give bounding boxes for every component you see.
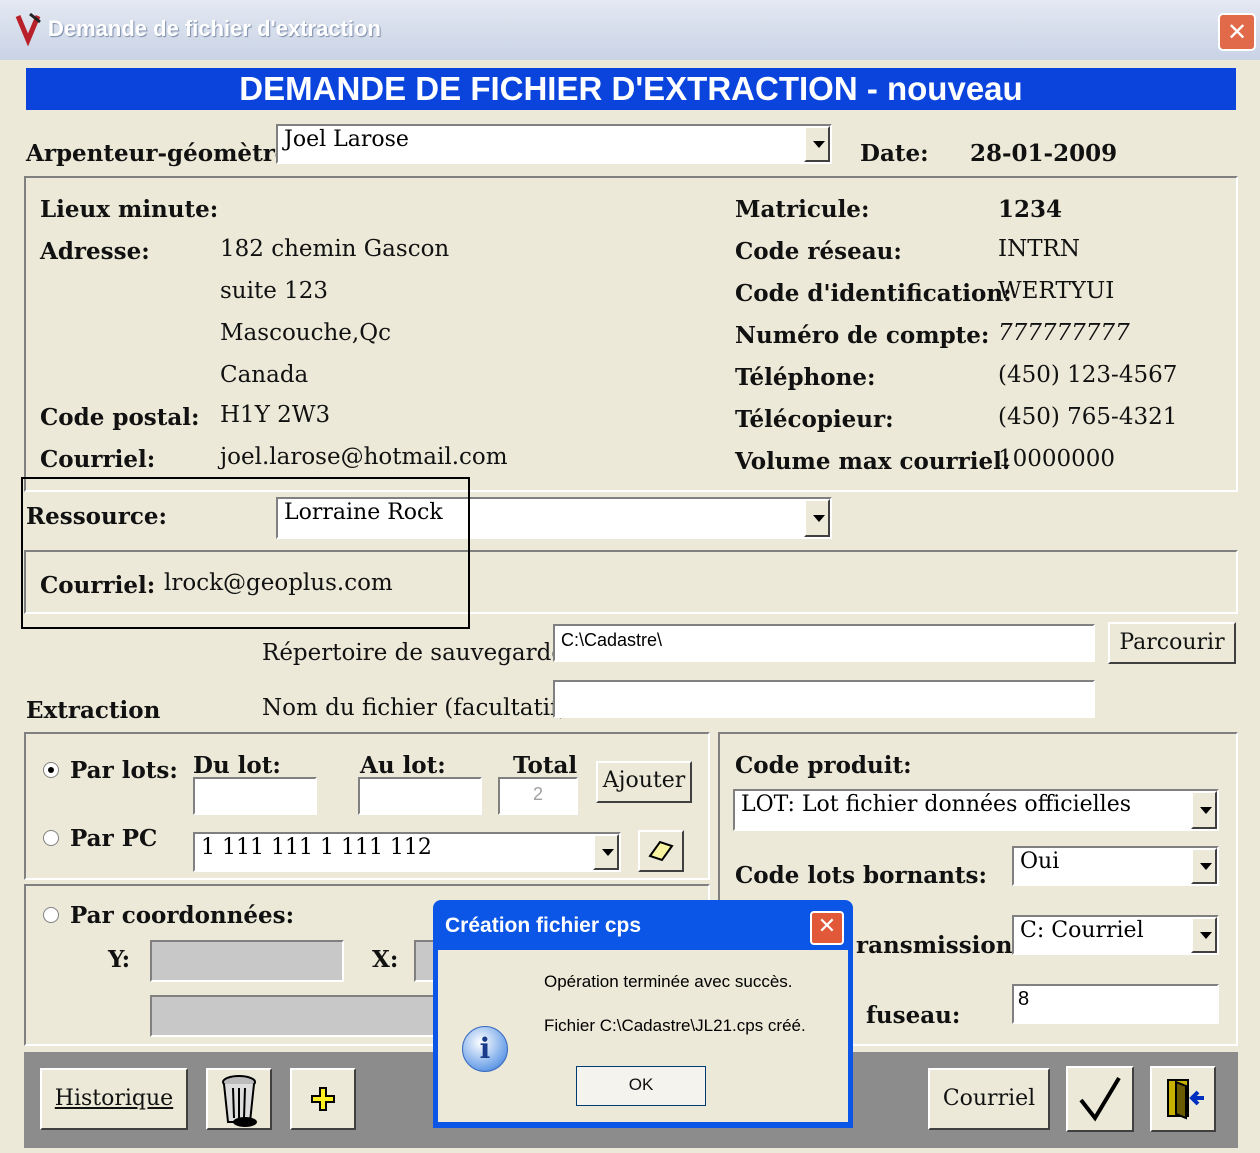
historique-label: Historique	[54, 1086, 174, 1111]
transmission-select[interactable]: C: Courriel	[1012, 915, 1219, 955]
filename-label: Nom du fichier (facultatif):	[262, 695, 576, 721]
telecopieur-label: Télécopieur:	[735, 406, 894, 433]
historique-button[interactable]: Historique	[40, 1068, 188, 1130]
transmission-value: C: Courriel	[1020, 918, 1144, 943]
courriel-value: joel.larose@hotmail.com	[220, 444, 508, 470]
code-reseau-label: Code réseau:	[735, 238, 902, 265]
dialog-message-1: Opération terminée avec succès.	[544, 972, 793, 991]
dialog-title: Création fichier cps	[445, 914, 642, 937]
code-ident-label: Code d'identification:	[735, 280, 1012, 307]
code-produit-label: Code produit:	[735, 752, 912, 779]
plus-icon	[311, 1087, 335, 1111]
par-pc-select[interactable]: 1 111 111 1 111 112	[193, 832, 621, 872]
filename-input[interactable]	[553, 680, 1095, 718]
lieux-minute-label: Lieux minute:	[40, 196, 219, 223]
trash-icon	[222, 1075, 257, 1127]
coord-extra-input[interactable]	[150, 995, 450, 1037]
matricule-value: 1234	[998, 196, 1063, 223]
ressource-dropdown-button[interactable]	[804, 499, 830, 537]
ajouter-button[interactable]: Ajouter	[596, 761, 692, 803]
date-value: 28-01-2009	[970, 140, 1118, 167]
code-produit-select[interactable]: LOT: Lot fichier données officielles	[733, 789, 1219, 831]
par-coord-label: Par coordonnées:	[70, 902, 295, 929]
checkmark-icon	[1079, 1076, 1121, 1122]
du-lot-label: Du lot:	[193, 752, 281, 779]
total-value: 2	[498, 777, 578, 815]
surveyor-dropdown-button[interactable]	[804, 126, 830, 162]
total-label: Total	[513, 752, 578, 779]
address-line-3: Mascouche,Qc	[220, 320, 391, 346]
par-lots-radio[interactable]	[43, 762, 59, 778]
delete-button[interactable]	[206, 1068, 272, 1130]
par-pc-value: 1 111 111 1 111 112	[201, 835, 432, 860]
surveyor-label: Arpenteur-géomètre:	[26, 140, 298, 167]
success-dialog: Création fichier cps ✕ i Opération termi…	[433, 900, 853, 1128]
window-title: Demande de fichier d'extraction	[48, 16, 381, 41]
info-icon: i	[462, 1026, 508, 1072]
code-lots-bornants-label: Code lots bornants:	[735, 862, 987, 889]
y-label: Y:	[108, 946, 131, 973]
add-button[interactable]	[290, 1068, 356, 1130]
postal-label: Code postal:	[40, 404, 200, 431]
validate-button[interactable]	[1066, 1066, 1134, 1132]
address-line-1: 182 chemin Gascon	[220, 236, 450, 262]
dialog-body: i Opération terminée avec succès. Fichie…	[438, 950, 848, 1122]
fuseau-input[interactable]: 8	[1012, 984, 1219, 1024]
courriel-label: Courriel:	[40, 446, 156, 473]
telephone-label: Téléphone:	[735, 364, 876, 391]
browse-button[interactable]: Parcourir	[1108, 622, 1236, 664]
volume-max-value: 10000000	[998, 446, 1116, 472]
eraser-icon	[648, 840, 674, 862]
y-input[interactable]	[150, 940, 344, 982]
matricule-label: Matricule:	[735, 196, 870, 223]
volume-max-label: Volume max courriel:	[735, 448, 1011, 475]
dialog-close-button[interactable]: ✕	[810, 911, 844, 945]
code-lots-bornants-value: Oui	[1020, 849, 1060, 874]
code-ident-value: WERTYUI	[998, 278, 1115, 304]
address-line-2: suite 123	[220, 278, 329, 304]
fuseau-label: fuseau:	[866, 1002, 961, 1029]
save-dir-input[interactable]: C:\Cadastre\	[553, 624, 1095, 662]
dialog-message-2: Fichier C:\Cadastre\JL21.cps créé.	[544, 1016, 806, 1035]
code-produit-dropdown-button[interactable]	[1191, 791, 1217, 829]
numero-compte-value: 77777777777	[998, 320, 1130, 346]
save-dir-label: Répertoire de sauvegarde:	[262, 640, 573, 666]
window-titlebar: Demande de fichier d'extraction ✕	[0, 0, 1260, 60]
au-lot-label: Au lot:	[360, 752, 446, 779]
par-pc-dropdown-button[interactable]	[593, 834, 619, 870]
date-label: Date:	[860, 140, 929, 167]
code-lots-bornants-dropdown-button[interactable]	[1191, 848, 1217, 884]
du-lot-input[interactable]	[193, 777, 317, 815]
eraser-button[interactable]	[638, 830, 684, 872]
telecopieur-value: (450) 765-4321	[998, 404, 1178, 430]
window-close-button[interactable]: ✕	[1218, 13, 1256, 51]
par-pc-radio[interactable]	[43, 830, 59, 846]
app-icon	[15, 12, 41, 46]
ok-button[interactable]: OK	[576, 1066, 706, 1106]
exit-door-icon	[1167, 1079, 1204, 1120]
surveyor-value: Joel Larose	[284, 127, 409, 152]
code-lots-bornants-select[interactable]: Oui	[1012, 846, 1219, 886]
x-label: X:	[372, 946, 399, 973]
code-reseau-value: INTRN	[998, 236, 1080, 262]
numero-compte-label: Numéro de compte:	[735, 322, 990, 349]
postal-value: H1Y 2W3	[220, 402, 331, 428]
telephone-value: (450) 123-4567	[998, 362, 1178, 388]
au-lot-input[interactable]	[358, 777, 482, 815]
extraction-title: Extraction	[26, 697, 161, 724]
exit-button[interactable]	[1150, 1066, 1216, 1132]
par-coord-radio[interactable]	[43, 907, 59, 923]
transmission-label: ransmission:	[856, 932, 1021, 959]
courriel-button[interactable]: Courriel	[928, 1068, 1050, 1130]
page-title: DEMANDE DE FICHIER D'EXTRACTION - nouvea…	[26, 68, 1236, 110]
par-lots-label: Par lots:	[70, 757, 178, 784]
surveyor-select[interactable]: Joel Larose	[276, 124, 832, 164]
par-pc-label: Par PC	[70, 825, 158, 852]
adresse-label: Adresse:	[40, 238, 150, 265]
address-line-4: Canada	[220, 362, 309, 388]
transmission-dropdown-button[interactable]	[1191, 917, 1217, 953]
highlight-box	[21, 477, 470, 629]
code-produit-value: LOT: Lot fichier données officielles	[741, 792, 1132, 817]
